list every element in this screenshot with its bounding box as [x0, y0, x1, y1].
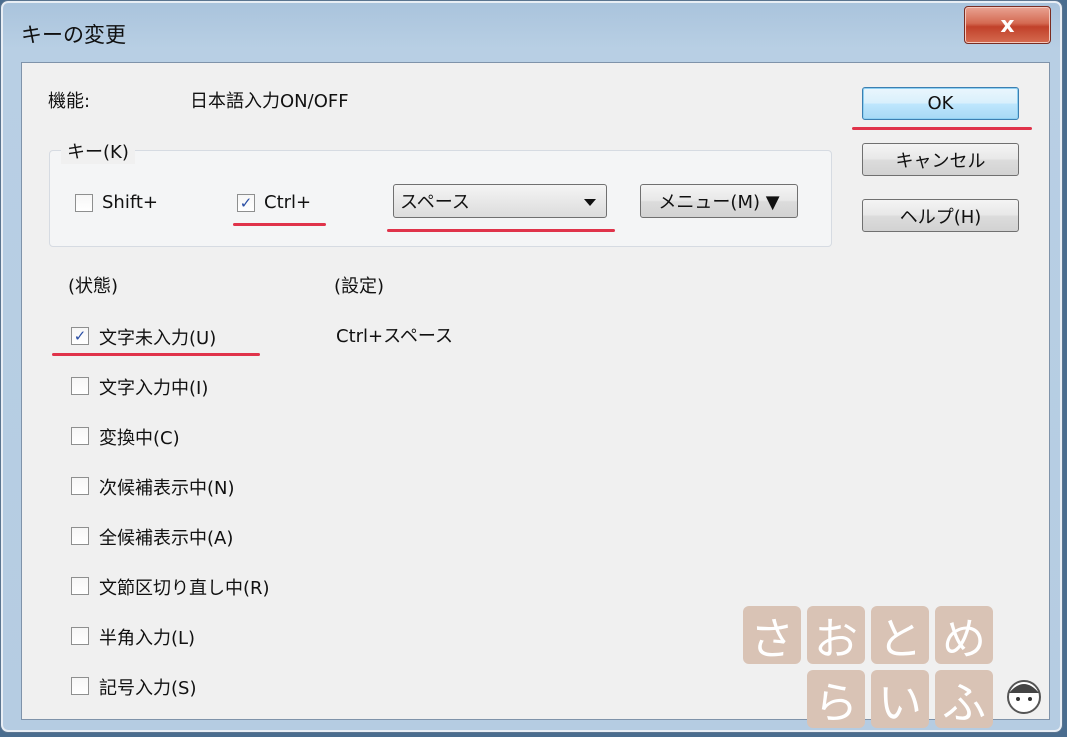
watermark-tile: ら: [807, 670, 865, 729]
watermark-tile: さ: [743, 606, 801, 665]
check-icon: ✓: [73, 326, 87, 345]
dialog-window: キーの変更 x 機能: 日本語入力ON/OFF キー(K) Shift+ ✓ C…: [0, 0, 1063, 733]
watermark-tile: い: [871, 670, 929, 729]
watermark-tile: め: [935, 606, 993, 665]
dialog-title: キーの変更: [21, 23, 126, 47]
function-label: 機能:: [48, 91, 91, 112]
watermark-tile: お: [807, 606, 865, 665]
annotation-underline-ctrl: [233, 223, 326, 226]
state-checkbox-symbol[interactable]: [71, 677, 89, 695]
key-group-legend: キー(K): [61, 138, 135, 164]
help-button[interactable]: ヘルプ(H): [862, 199, 1019, 232]
state-checkbox-untyped[interactable]: ✓: [71, 327, 89, 345]
state-label-untyped[interactable]: 文字未入力(U): [99, 324, 216, 350]
state-label-converting[interactable]: 変換中(C): [99, 424, 180, 450]
key-select[interactable]: スペース: [393, 184, 607, 218]
annotation-underline-ok: [852, 127, 1032, 130]
state-label-next-candidate[interactable]: 次候補表示中(N): [99, 474, 235, 500]
annotation-underline-untyped: [52, 353, 260, 356]
close-button[interactable]: x: [964, 6, 1051, 44]
state-checkbox-next-candidate[interactable]: [71, 477, 89, 495]
ctrl-checkbox[interactable]: ✓: [237, 194, 255, 212]
cancel-button[interactable]: キャンセル: [862, 143, 1019, 176]
watermark-tile: ふ: [935, 670, 993, 729]
function-value: 日本語入力ON/OFF: [190, 91, 349, 112]
state-checkbox-all-candidates[interactable]: [71, 527, 89, 545]
watermark-tile: と: [871, 606, 929, 665]
state-label-symbol[interactable]: 記号入力(S): [99, 674, 196, 700]
shift-checkbox[interactable]: [75, 194, 93, 212]
state-checkbox-converting[interactable]: [71, 427, 89, 445]
ok-button[interactable]: OK: [862, 87, 1019, 120]
ctrl-label[interactable]: Ctrl+: [264, 192, 311, 213]
check-icon: ✓: [239, 193, 253, 212]
state-label-all-candidates[interactable]: 全候補表示中(A): [99, 524, 233, 550]
state-checkbox-resegment[interactable]: [71, 577, 89, 595]
state-checkbox-halfwidth[interactable]: [71, 627, 89, 645]
state-label-resegment[interactable]: 文節区切り直し中(R): [99, 574, 270, 600]
setting-header: (設定): [334, 276, 385, 297]
annotation-underline-key-select: [387, 229, 615, 232]
shift-label[interactable]: Shift+: [102, 192, 158, 213]
key-select-value: スペース: [400, 192, 470, 213]
state-checkbox-typing[interactable]: [71, 377, 89, 395]
setting-value: Ctrl+スペース: [336, 326, 453, 347]
menu-button[interactable]: メニュー(M) ▼: [640, 184, 798, 218]
state-header: (状態): [68, 276, 119, 297]
state-label-typing[interactable]: 文字入力中(I): [99, 374, 208, 400]
state-label-halfwidth[interactable]: 半角入力(L): [99, 624, 195, 650]
dialog-client-area: 機能: 日本語入力ON/OFF キー(K) Shift+ ✓ Ctrl+ スペー…: [21, 62, 1050, 729]
mascot-icon: [1002, 673, 1046, 717]
close-icon: x: [1000, 12, 1015, 38]
chevron-down-icon: [584, 199, 596, 206]
